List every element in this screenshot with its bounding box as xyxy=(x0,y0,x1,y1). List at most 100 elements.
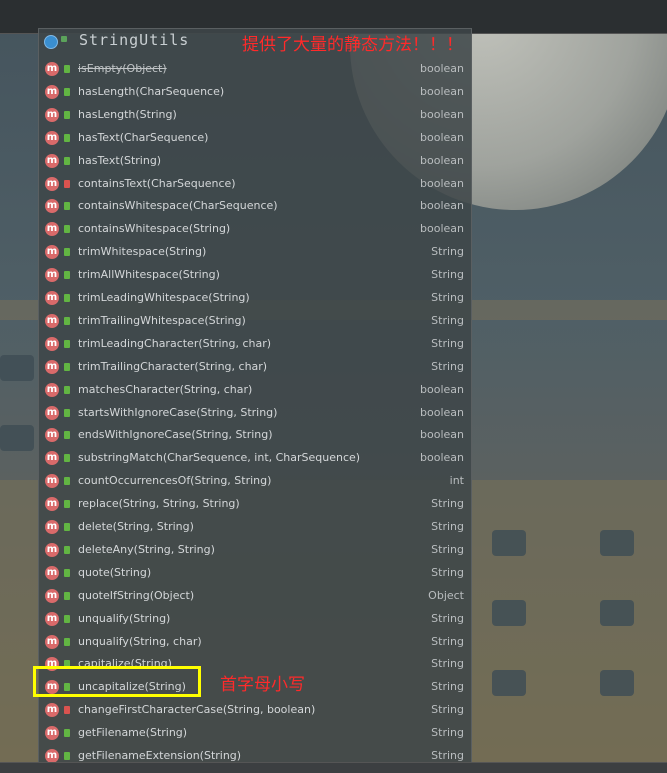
method-icon: m xyxy=(45,405,59,420)
method-item[interactable]: m trimAllWhitespace(String) String xyxy=(39,264,471,287)
return-type: String xyxy=(431,726,464,740)
method-icon: m xyxy=(45,291,59,305)
public-lock-icon xyxy=(64,202,70,211)
method-item[interactable]: m trimWhitespace(String) String xyxy=(39,241,471,264)
method-item[interactable]: m startsWithIgnoreCase(String, String) boo… xyxy=(39,402,471,425)
method-item[interactable]: m hasLength(CharSequence) boolean xyxy=(39,81,471,104)
return-type: String xyxy=(431,268,464,282)
method-icon: m xyxy=(45,703,59,718)
method-item[interactable]: m replace(String, String, String) String xyxy=(39,493,471,516)
method-item[interactable]: m trimTrailingCharacter(String, char) Stri… xyxy=(39,356,471,379)
method-item[interactable]: m matchesCharacter(String, char) boolean xyxy=(39,379,471,402)
method-icon: m xyxy=(45,359,59,374)
return-type: boolean xyxy=(420,451,464,465)
method-name: trimLeadingWhitespace(String) xyxy=(78,291,250,304)
class-icon xyxy=(44,35,58,49)
method-item[interactable]: m quote(String) String xyxy=(39,562,471,585)
method-name: startsWithIgnoreCase(String, String) xyxy=(78,405,278,419)
private-lock-icon xyxy=(64,179,70,188)
public-lock-icon xyxy=(64,110,70,119)
method-name: hasLength(String) xyxy=(78,107,177,121)
public-lock-icon xyxy=(64,568,70,577)
method-icon: m xyxy=(45,749,59,763)
method-item[interactable]: m isEmpty(Object) boolean xyxy=(39,58,471,81)
method-item[interactable]: m hasText(CharSequence) boolean xyxy=(39,127,471,150)
return-type: boolean xyxy=(420,176,464,190)
method-icon: m xyxy=(45,497,59,512)
method-name: countOccurrencesOf(String, String) xyxy=(78,474,272,488)
method-name: containsWhitespace(CharSequence) xyxy=(78,199,278,213)
method-name: trimAllWhitespace(String) xyxy=(78,268,220,282)
method-name: containsText(CharSequence) xyxy=(78,176,236,190)
method-item[interactable]: m containsText(CharSequence) boolean xyxy=(39,173,471,196)
return-type: Object xyxy=(428,588,464,602)
header-annotation: 提供了大量的静态方法！！！ xyxy=(242,35,463,55)
completion-popup[interactable]: StringUtils m isEmpty(Object) boolean m hasL… xyxy=(38,28,472,764)
method-icon: m xyxy=(45,428,59,443)
method-item[interactable]: m substringMatch(CharSequence, int, CharS… xyxy=(39,447,471,470)
method-icon: m xyxy=(45,62,59,76)
method-name: trimTrailingWhitespace(String) xyxy=(78,313,246,327)
method-name: containsWhitespace(String) xyxy=(78,222,231,236)
method-name: replace(String, String, String) xyxy=(78,497,240,511)
return-type: boolean xyxy=(420,382,464,396)
method-name: delete(String, String) xyxy=(78,520,194,533)
method-item[interactable]: m unqualify(String) String xyxy=(39,608,471,631)
return-type: String xyxy=(431,565,464,579)
method-item[interactable]: m containsWhitespace(CharSequence) boolean xyxy=(39,195,471,218)
method-item[interactable]: m trimLeadingCharacter(String, char) Strin… xyxy=(39,333,471,356)
private-lock-icon xyxy=(64,706,70,715)
method-name: quoteIfString(Object) xyxy=(78,588,195,602)
method-name: getFilenameExtension(String) xyxy=(78,749,242,762)
method-icon: m xyxy=(45,634,59,649)
method-item[interactable]: m containsWhitespace(String) boolean xyxy=(39,218,471,241)
return-type: int xyxy=(449,474,464,488)
method-icon: m xyxy=(45,199,59,214)
return-type: boolean xyxy=(420,62,464,75)
method-icon: m xyxy=(45,222,59,237)
public-lock-icon xyxy=(64,614,70,623)
return-type: String xyxy=(431,520,464,533)
method-icon: m xyxy=(45,565,59,580)
method-item[interactable]: m endsWithIgnoreCase(String, String) boole… xyxy=(39,424,471,447)
method-icon: m xyxy=(45,176,59,191)
method-item[interactable]: m deleteAny(String, String) String xyxy=(39,539,471,562)
method-item[interactable]: m countOccurrencesOf(String, String) int xyxy=(39,470,471,493)
return-type: boolean xyxy=(420,199,464,213)
return-type: String xyxy=(431,359,464,373)
method-name: endsWithIgnoreCase(String, String) xyxy=(78,428,273,442)
method-name: trimTrailingCharacter(String, char) xyxy=(78,359,268,373)
method-icon: m xyxy=(45,520,59,534)
method-item[interactable]: m trimLeadingWhitespace(String) String xyxy=(39,287,471,310)
method-item[interactable]: m delete(String, String) String xyxy=(39,516,471,539)
method-icon: m xyxy=(45,84,59,99)
method-item[interactable]: m changeFirstCharacterCase(String, boolea… xyxy=(39,699,471,722)
return-type: boolean xyxy=(420,405,464,419)
method-item[interactable]: m hasLength(String) boolean xyxy=(39,104,471,127)
method-item[interactable]: m quoteIfString(Object) Object xyxy=(39,585,471,608)
public-lock-icon xyxy=(64,362,70,371)
return-type: String xyxy=(431,497,464,511)
public-lock-icon xyxy=(64,385,70,394)
method-item[interactable]: m unqualify(String, char) String xyxy=(39,631,471,654)
method-item[interactable]: m hasText(String) boolean xyxy=(39,150,471,173)
method-icon: m xyxy=(45,336,59,351)
return-type: boolean xyxy=(420,84,464,98)
method-name: matchesCharacter(String, char) xyxy=(78,382,253,396)
method-item[interactable]: m getFilename(String) String xyxy=(39,722,471,745)
method-icon: m xyxy=(45,268,59,283)
method-icon: m xyxy=(45,542,59,557)
method-icon: m xyxy=(45,107,59,122)
return-type: boolean xyxy=(420,222,464,236)
class-name: StringUtils xyxy=(79,31,190,49)
return-type: String xyxy=(431,657,464,671)
public-lock-icon xyxy=(64,729,70,738)
method-item[interactable]: m trimTrailingWhitespace(String) String xyxy=(39,310,471,333)
return-type: String xyxy=(431,634,464,648)
public-lock-icon xyxy=(64,294,70,302)
public-lock-icon xyxy=(64,454,70,463)
public-lock-icon xyxy=(64,271,70,280)
return-type: boolean xyxy=(420,130,464,144)
method-name: changeFirstCharacterCase(String, boolean… xyxy=(78,703,316,717)
public-lock-icon xyxy=(64,637,70,646)
